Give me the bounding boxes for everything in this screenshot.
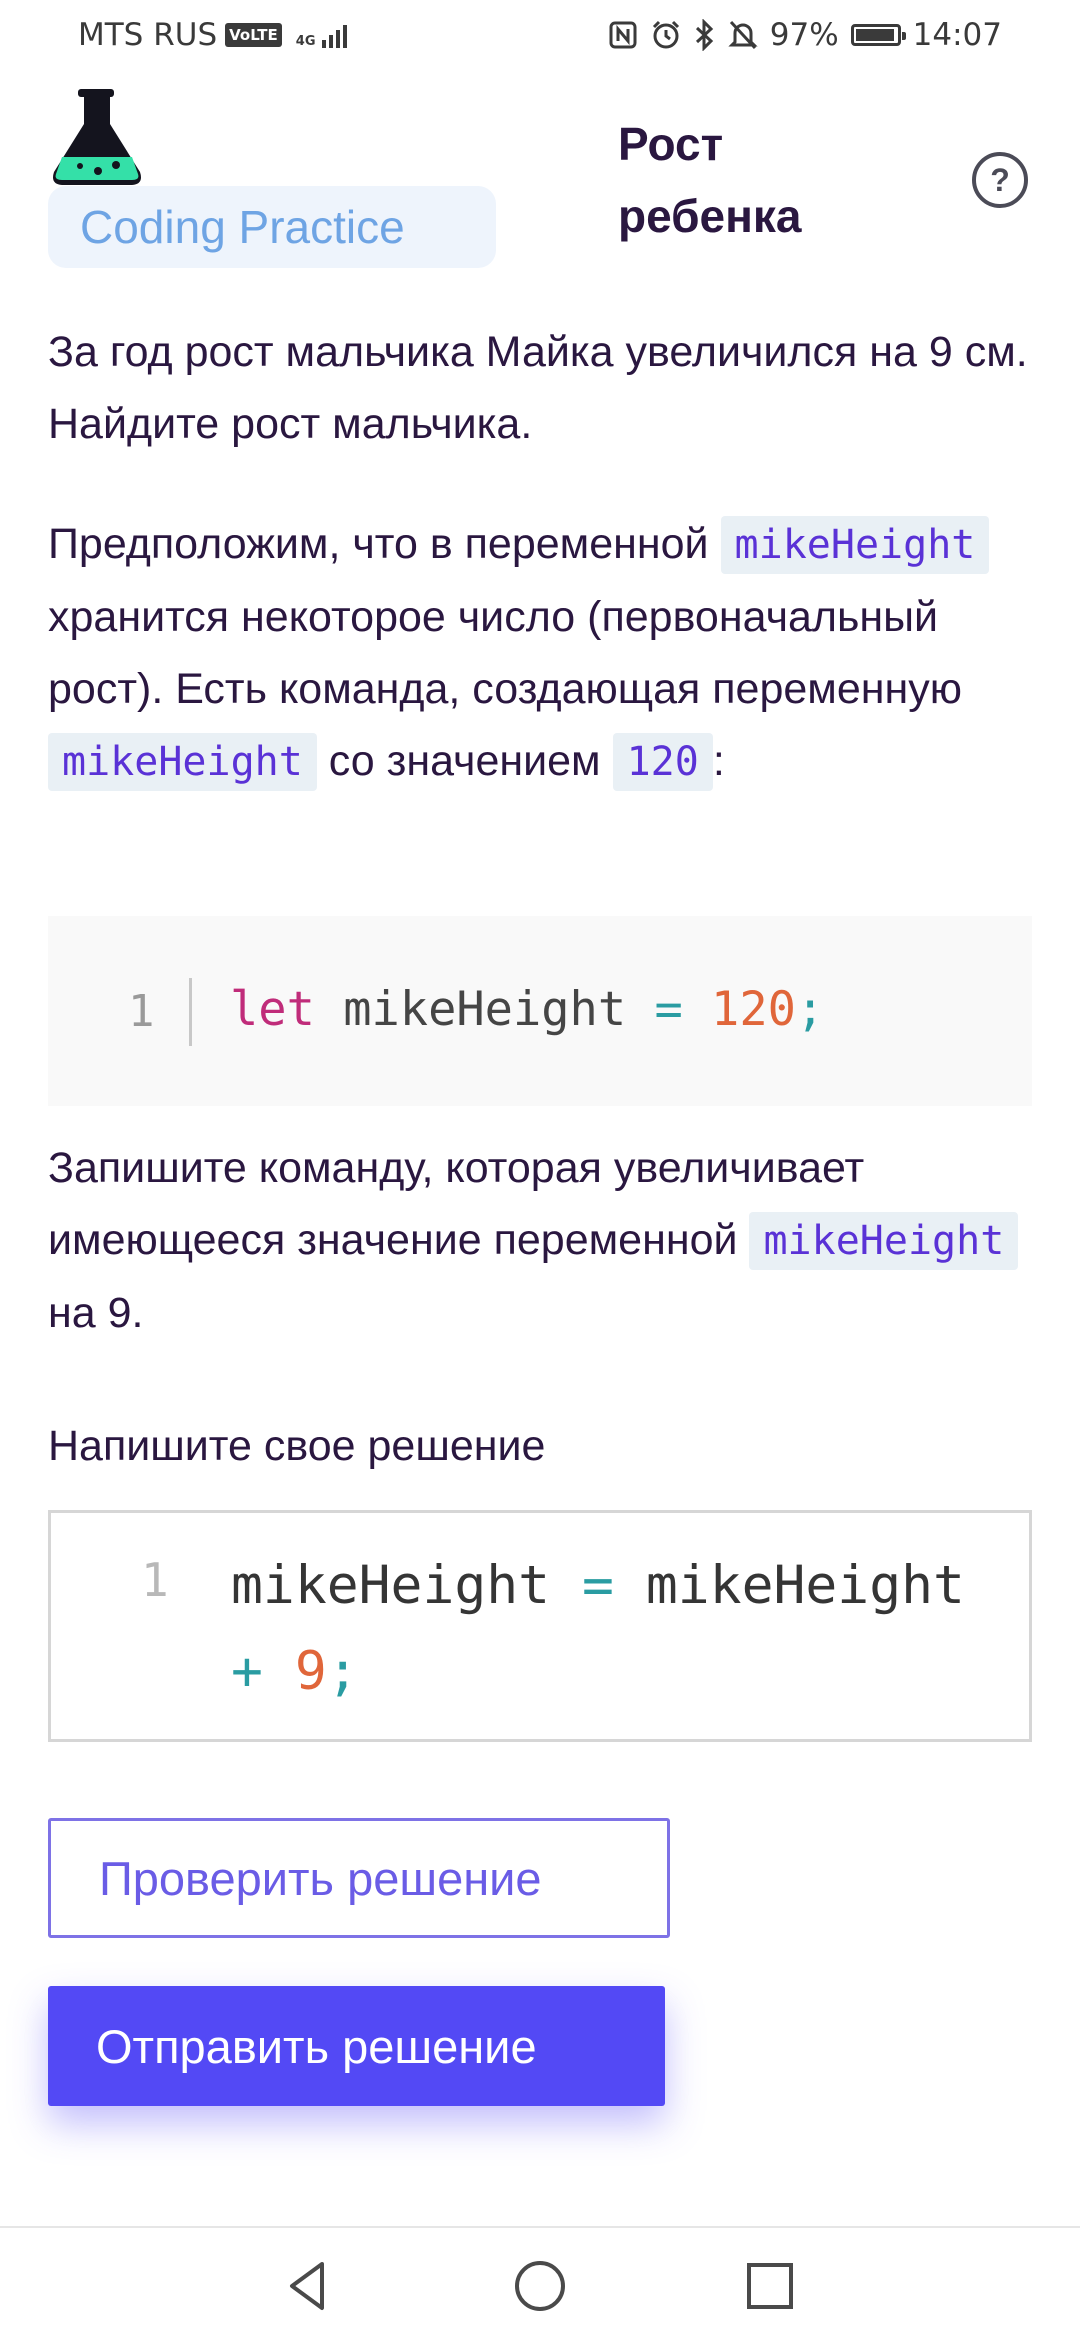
bluetooth-icon [695, 19, 713, 51]
task-text: Предположим, что в переменной [48, 520, 709, 568]
page-title: Рост ребенка [618, 118, 802, 242]
check-solution-button[interactable]: Проверить решение [48, 1818, 670, 1938]
silent-icon [728, 20, 758, 50]
signal-icon: 4G [296, 22, 347, 48]
task-text: Запишите команду, которая увеличивает им… [48, 1144, 865, 1264]
volte-icon: VoLTE [225, 23, 282, 47]
svg-text:?: ? [990, 162, 1010, 198]
code-identifier: mikeHeight [231, 1555, 551, 1616]
network-type: 4G [295, 34, 316, 49]
inline-code-value: 120 [612, 733, 713, 791]
solution-code[interactable]: mikeHeight = mikeHeight + 9; [231, 1543, 1011, 1715]
brand-label[interactable]: Coding Practice [48, 186, 496, 268]
code-line: let mikeHeight = 120; [230, 982, 824, 1037]
task-text: со значением [328, 737, 601, 785]
inline-code-variable: mikeHeight [749, 1212, 1019, 1270]
task-instruction: Запишите команду, которая увеличивает им… [48, 1132, 1038, 1349]
question-mark-icon[interactable]: ? [970, 150, 1030, 210]
code-operator: = [654, 982, 683, 1037]
clock: 14:07 [912, 17, 1002, 53]
code-keyword: let [230, 982, 315, 1037]
code-identifier: mikeHeight [343, 982, 627, 1037]
submit-solution-button[interactable]: Отправить решение [48, 1986, 665, 2106]
code-sample: 1 let mikeHeight = 120; [48, 916, 1032, 1106]
inline-code-variable: mikeHeight [720, 516, 990, 574]
code-number: 120 [711, 982, 796, 1037]
task-intro: За год рост мальчика Майка увеличился на… [48, 328, 1028, 448]
task-text: хранится некоторое число (первоначальный… [48, 593, 963, 713]
inline-code-variable: mikeHeight [48, 733, 317, 791]
task-text: : [712, 737, 725, 785]
line-number: 1 [141, 1553, 169, 1607]
alarm-icon [652, 20, 679, 49]
task-text: на 9. [48, 1289, 144, 1337]
code-terminator: ; [326, 1641, 359, 1702]
system-nav-bar [0, 2226, 1080, 2342]
solution-label: Напишите свое решение [48, 1422, 546, 1470]
home-icon[interactable] [510, 2256, 570, 2316]
status-bar: MTS RUS VoLTE 4G 97% 14:07 [0, 0, 1080, 72]
status-left: MTS RUS VoLTE 4G [78, 17, 347, 53]
status-right: 97% 14:07 [608, 17, 1002, 53]
line-number: 1 [128, 986, 155, 1037]
carrier-name: MTS RUS [78, 17, 218, 53]
back-icon[interactable] [278, 2256, 338, 2316]
solution-editor[interactable]: 1 mikeHeight = mikeHeight + 9; [48, 1510, 1032, 1742]
battery-icon [850, 24, 906, 46]
battery-percent: 97% [769, 17, 839, 53]
recents-icon[interactable] [740, 2256, 800, 2316]
code-operator: + [231, 1641, 263, 1702]
code-terminator: ; [795, 982, 825, 1037]
code-number: 9 [294, 1641, 327, 1702]
code-operator: = [582, 1555, 614, 1616]
flask-logo-icon[interactable] [46, 86, 148, 190]
gutter-divider [189, 978, 192, 1046]
task-description: Предположим, что в переменной mikeHeight… [48, 508, 1038, 798]
nfc-icon [609, 21, 637, 49]
code-identifier: mikeHeight [645, 1555, 965, 1616]
